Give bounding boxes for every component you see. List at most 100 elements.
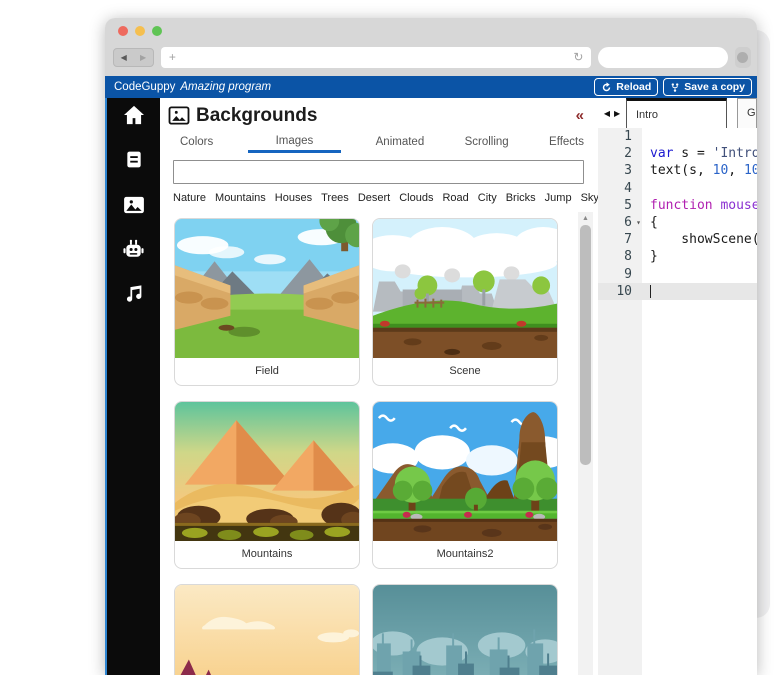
code-line[interactable]: 5function mouse — [598, 197, 757, 214]
fork-icon — [670, 82, 680, 93]
scrollbar-thumb[interactable] — [580, 225, 591, 465]
editor-tabbar: ◀ ▶ Intro Gar — [598, 98, 757, 128]
profile-icon — [737, 52, 748, 63]
backgrounds-panel-icon — [168, 106, 190, 125]
image-icon[interactable] — [122, 193, 146, 216]
line-number: 3 — [598, 162, 642, 179]
plus-icon: + — [169, 50, 176, 64]
reload-icon — [601, 82, 612, 93]
maximize-traffic-light-icon[interactable] — [152, 26, 162, 36]
category-link-road[interactable]: Road — [442, 192, 468, 204]
code-line[interactable]: 8} — [598, 248, 757, 265]
code-text: var s = 'Intro — [642, 145, 757, 162]
url-bar[interactable]: + ↻ — [161, 47, 592, 68]
brand-name: CodeGuppy — [114, 81, 175, 93]
save-copy-label: Save a copy — [684, 81, 745, 93]
code-line[interactable]: 10 — [598, 283, 757, 300]
editor-tab-intro[interactable]: Intro — [626, 98, 727, 128]
code-text: } — [642, 248, 658, 265]
save-copy-button[interactable]: Save a copy — [663, 78, 752, 96]
card-label: Field — [175, 358, 359, 377]
code-area[interactable]: 12var s = 'Intro3text(s, 10, 1045functio… — [598, 128, 757, 675]
page-background: ◀ ▶ + ↻ CodeGuppy Amazing program Reload — [0, 0, 779, 675]
line-number: 5 — [598, 197, 642, 214]
category-link-jump[interactable]: Jump — [545, 192, 572, 204]
browser-search-field[interactable] — [598, 47, 727, 68]
code-line[interactable]: 9 — [598, 266, 757, 283]
scene-thumbnail — [373, 219, 557, 358]
fold-arrow-icon[interactable]: ▾ — [636, 214, 641, 231]
sunset-thumbnail — [175, 585, 359, 675]
category-link-desert[interactable]: Desert — [358, 192, 390, 204]
code-text — [642, 283, 651, 300]
forward-button[interactable]: ▶ — [140, 53, 146, 62]
reload-label: Reload — [616, 81, 651, 93]
book-icon[interactable] — [122, 148, 146, 171]
background-card-mountains[interactable]: Mountains — [174, 401, 360, 569]
card-label: Mountains — [175, 541, 359, 560]
tab-scroll-right-icon[interactable]: ▶ — [614, 109, 620, 118]
back-button[interactable]: ◀ — [121, 53, 127, 62]
panel-scrollbar[interactable]: ▲ — [578, 212, 593, 675]
category-link-houses[interactable]: Houses — [275, 192, 312, 204]
tab-effects[interactable]: Effects — [543, 133, 590, 153]
tab-animated[interactable]: Animated — [370, 133, 431, 153]
code-line[interactable]: 3text(s, 10, 10 — [598, 162, 757, 179]
code-text: { — [642, 214, 658, 231]
code-text — [642, 128, 650, 145]
background-card-mountains2[interactable]: Mountains2 — [372, 401, 558, 569]
category-link-clouds[interactable]: Clouds — [399, 192, 433, 204]
line-number: 7 — [598, 231, 642, 248]
category-link-mountains[interactable]: Mountains — [215, 192, 266, 204]
music-icon[interactable] — [122, 283, 146, 306]
sidebar — [105, 98, 160, 675]
backgrounds-search-input[interactable] — [173, 160, 584, 184]
scroll-up-icon[interactable]: ▲ — [578, 215, 593, 222]
code-line[interactable]: 4 — [598, 180, 757, 197]
background-card-sunset[interactable] — [174, 584, 360, 675]
category-link-city[interactable]: City — [478, 192, 497, 204]
code-editor: ◀ ▶ Intro Gar 12var s = 'Intro3text(s, 1… — [598, 98, 757, 675]
code-line[interactable]: 1 — [598, 128, 757, 145]
category-link-trees[interactable]: Trees — [321, 192, 349, 204]
background-card-city[interactable] — [372, 584, 558, 675]
field-thumbnail — [175, 219, 359, 358]
code-text: function mouse — [642, 197, 757, 214]
code-line[interactable]: 7 showScene( — [598, 231, 757, 248]
category-link-nature[interactable]: Nature — [173, 192, 206, 204]
code-line[interactable]: 2var s = 'Intro — [598, 145, 757, 162]
tab-images[interactable]: Images — [248, 132, 342, 153]
tab-scroll-left-icon[interactable]: ◀ — [604, 109, 610, 118]
background-card-field[interactable]: Field — [174, 218, 360, 386]
mountains2-thumbnail — [373, 402, 557, 541]
app-brand: CodeGuppy Amazing program — [114, 81, 271, 93]
line-number: 8 — [598, 248, 642, 265]
tab-colors[interactable]: Colors — [174, 133, 219, 153]
close-traffic-light-icon[interactable] — [118, 26, 128, 36]
line-number: 10 — [598, 283, 642, 300]
panel-tabs: Colors Images Animated Scrolling Effects — [160, 128, 598, 153]
reload-button[interactable]: Reload — [594, 78, 658, 96]
minimize-traffic-light-icon[interactable] — [135, 26, 145, 36]
background-card-scene[interactable]: Scene — [372, 218, 558, 386]
line-number: 9 — [598, 266, 642, 283]
line-number: 2 — [598, 145, 642, 162]
line-number: 6▾ — [598, 214, 642, 231]
profile-button[interactable] — [735, 47, 752, 68]
brand-subtitle: Amazing program — [180, 81, 271, 93]
category-link-sky[interactable]: Sky — [581, 192, 598, 204]
code-text — [642, 266, 650, 283]
refresh-icon[interactable]: ↻ — [573, 50, 583, 64]
backgrounds-panel: Backgrounds « ColorsImagesAnimatedScroll… — [160, 98, 598, 675]
tab-scrolling[interactable]: Scrolling — [459, 133, 515, 153]
editor-tab-game[interactable]: Gar — [737, 98, 757, 128]
browser-toolbar: ◀ ▶ + ↻ — [105, 44, 757, 76]
code-line[interactable]: 6▾{ — [598, 214, 757, 231]
category-link-bricks[interactable]: Bricks — [506, 192, 536, 204]
app-header: CodeGuppy Amazing program Reload Save a … — [105, 76, 757, 98]
line-number: 4 — [598, 180, 642, 197]
city-thumbnail — [373, 585, 557, 675]
robot-icon[interactable] — [122, 238, 146, 261]
collapse-panel-button[interactable]: « — [576, 107, 588, 124]
home-icon[interactable] — [122, 103, 146, 126]
